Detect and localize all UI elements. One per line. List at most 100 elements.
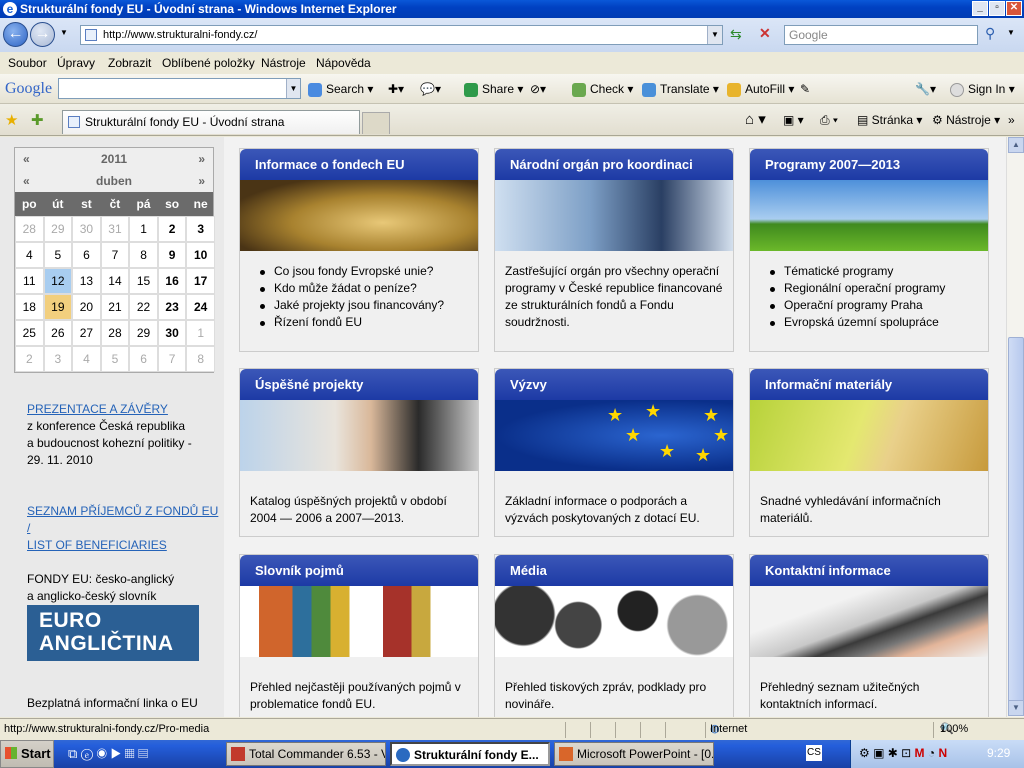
card-media[interactable]: Média Přehled tiskových zpráv, podklady …	[494, 554, 734, 717]
calendar-day[interactable]: 28	[15, 216, 44, 242]
wrench-icon[interactable]: 🔧▾	[915, 74, 936, 104]
prev-month-button[interactable]: «	[23, 170, 30, 192]
calendar-day[interactable]: 16	[157, 268, 187, 294]
calendar-day[interactable]: 1	[129, 216, 158, 242]
next-year-button[interactable]: »	[198, 148, 205, 170]
history-dropdown-icon[interactable]: ▼	[60, 28, 68, 37]
quicklaunch-icons[interactable]: ⧉ ⓔ ◉ ▶ ▦ ▤	[68, 746, 148, 762]
calendar-day[interactable]: 19	[43, 294, 73, 320]
search-input[interactable]: Google	[784, 25, 978, 45]
search-icon[interactable]: ⚲	[985, 25, 995, 42]
autofill-button[interactable]: AutoFill ▾	[727, 74, 794, 104]
address-bar[interactable]: http://www.strukturalni-fondy.cz/ ▼	[80, 25, 723, 45]
calendar-day[interactable]: 28	[100, 320, 130, 346]
calendar-day[interactable]: 5	[43, 242, 73, 268]
maximize-button[interactable]: ▫	[989, 1, 1005, 16]
calendar-day[interactable]: 30	[72, 216, 101, 242]
card-uspesne-projekty[interactable]: Úspěšné projekty Katalog úspěšných proje…	[239, 368, 479, 537]
calendar-day[interactable]: 3	[43, 346, 73, 372]
card-programy[interactable]: Programy 2007—2013 Tématické programy Re…	[749, 148, 989, 352]
calendar-day[interactable]: 23	[157, 294, 187, 320]
start-button[interactable]: Start	[0, 740, 54, 768]
translate-button[interactable]: Translate ▾	[642, 74, 719, 104]
taskbar-item-ie[interactable]: Strukturální fondy E...	[390, 742, 550, 766]
tab-active[interactable]: Strukturální fondy EU - Úvodní strana	[62, 110, 360, 134]
calendar-day[interactable]: 22	[129, 294, 158, 320]
calendar-day[interactable]: 18	[15, 294, 44, 320]
calendar-day[interactable]: 14	[100, 268, 130, 294]
home-icon[interactable]: ⌂ ▾	[745, 104, 766, 136]
menu-nastroje[interactable]: Nástroje	[261, 52, 306, 74]
card-narodni-organ[interactable]: Národní orgán pro koordinaci Zastřešujíc…	[494, 148, 734, 352]
euro-anglictina-banner[interactable]: EURO ANGLIČTINA	[27, 605, 199, 661]
calendar-day[interactable]: 30	[157, 320, 187, 346]
calendar-day[interactable]: 27	[72, 320, 101, 346]
page-menu[interactable]: ▤ Stránka ▾	[857, 104, 922, 136]
check-button[interactable]: Check ▾	[572, 74, 633, 104]
menu-soubor[interactable]: Soubor	[8, 52, 47, 74]
prezentace-link[interactable]: PREZENTACE A ZÁVĚRY	[27, 402, 168, 416]
taskbar-item-totalcmd[interactable]: Total Commander 6.53 - V...	[226, 742, 386, 766]
next-month-button[interactable]: »	[198, 170, 205, 192]
scroll-down-icon[interactable]: ▼	[1008, 700, 1024, 716]
tray-icons[interactable]: ⚙ ▣ ✱ ⊡ M ◔ N	[859, 746, 947, 760]
list-item[interactable]: Řízení fondů EU	[260, 314, 468, 331]
list-item[interactable]: Evropská územní spolupráce	[770, 314, 978, 331]
google-search-dropdown-icon[interactable]: ▼	[286, 79, 300, 98]
minimize-button[interactable]: _	[972, 1, 988, 16]
calendar-day[interactable]: 7	[100, 242, 130, 268]
vertical-scrollbar[interactable]: ▲ ▼	[1006, 137, 1024, 717]
calendar-day[interactable]: 29	[129, 320, 158, 346]
plus-icon[interactable]: ✚▾	[388, 74, 404, 104]
calendar-day[interactable]: 26	[43, 320, 73, 346]
tools-menu[interactable]: ⚙ Nástroje ▾	[932, 104, 1000, 136]
calendar-day[interactable]: 4	[72, 346, 101, 372]
calendar-day[interactable]: 2	[157, 216, 187, 242]
calendar-day[interactable]: 6	[72, 242, 101, 268]
card-kontakty[interactable]: Kontaktní informace Přehledný seznam uži…	[749, 554, 989, 717]
back-button[interactable]: ←	[3, 22, 28, 47]
calendar-day[interactable]: 29	[43, 216, 73, 242]
calendar-day[interactable]: 8	[129, 242, 158, 268]
card-slovnik[interactable]: Slovník pojmů Přehled nejčastěji používa…	[239, 554, 479, 717]
calendar-day[interactable]: 13	[72, 268, 101, 294]
beneficiaries-link[interactable]: LIST OF BENEFICIARIES	[27, 538, 167, 552]
print-icon[interactable]: ⎙ ▾	[820, 104, 838, 136]
forward-button[interactable]: →	[30, 22, 55, 47]
menu-upravy[interactable]: Úpravy	[57, 52, 95, 74]
calendar-day[interactable]: 31	[100, 216, 130, 242]
card-title[interactable]: Úspěšné projekty	[240, 369, 478, 400]
toolbar-overflow-icon[interactable]: »	[1008, 104, 1015, 136]
calendar-day[interactable]: 3	[186, 216, 215, 242]
feeds-icon[interactable]: ▣ ▾	[783, 104, 804, 136]
popup-blocker-icon[interactable]: ⊘▾	[530, 74, 546, 104]
card-title[interactable]: Informační materiály	[750, 369, 988, 400]
calendar-day[interactable]: 10	[186, 242, 215, 268]
share-button[interactable]: Share ▾	[464, 74, 523, 104]
calendar-day[interactable]: 24	[186, 294, 215, 320]
list-item[interactable]: Tématické programy	[770, 263, 978, 280]
google-search-input[interactable]: ▼	[58, 78, 301, 99]
calendar-day[interactable]: 2	[15, 346, 44, 372]
card-informacni-materialy[interactable]: Informační materiály Snadné vyhledávání …	[749, 368, 989, 537]
prev-year-button[interactable]: «	[23, 148, 30, 170]
scroll-up-icon[interactable]: ▲	[1008, 137, 1024, 153]
card-vyzvy[interactable]: Výzvy ★ ★ ★ ★ ★ ★ ★ Základní informace o…	[494, 368, 734, 537]
menu-napoveda[interactable]: Nápověda	[316, 52, 371, 74]
list-item[interactable]: Operační programy Praha	[770, 297, 978, 314]
speech-bubble-icon[interactable]: 💬▾	[420, 74, 441, 104]
card-title[interactable]: Národní orgán pro koordinaci	[495, 149, 733, 180]
calendar-day[interactable]: 7	[157, 346, 187, 372]
sign-in-button[interactable]: Sign In ▾	[950, 74, 1015, 104]
calendar-day[interactable]: 4	[15, 242, 44, 268]
menu-zobrazit[interactable]: Zobrazit	[108, 52, 151, 74]
add-favorites-icon[interactable]: ✚	[31, 111, 44, 129]
calendar-day[interactable]: 15	[129, 268, 158, 294]
close-button[interactable]: ✕	[1006, 1, 1022, 16]
calendar-day[interactable]: 9	[157, 242, 187, 268]
calendar-day[interactable]: 25	[15, 320, 44, 346]
scroll-thumb[interactable]	[1008, 337, 1024, 707]
list-item[interactable]: Kdo může žádat o peníze?	[260, 280, 468, 297]
calendar-day[interactable]: 21	[100, 294, 130, 320]
language-icon[interactable]: CS	[806, 745, 822, 761]
